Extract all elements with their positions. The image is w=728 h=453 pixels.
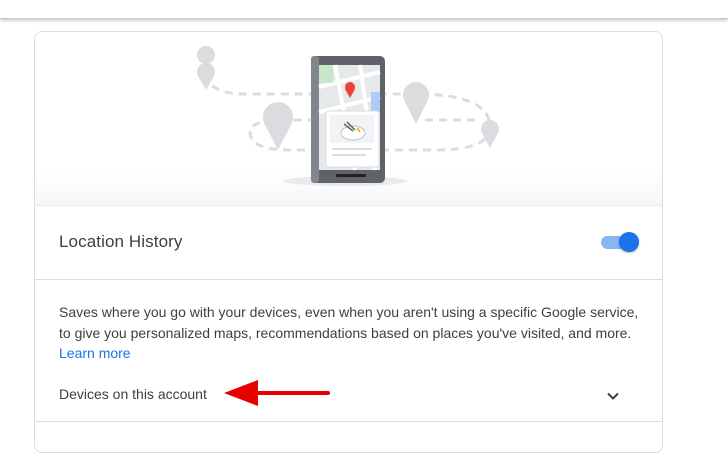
devices-on-account-label: Devices on this account — [59, 386, 207, 402]
location-history-description: Saves where you go with your devices, ev… — [59, 302, 644, 364]
red-arrow-icon — [224, 380, 330, 406]
hero-illustration — [35, 32, 662, 206]
location-history-toggle[interactable] — [601, 231, 639, 253]
phone-map-illustration-icon — [197, 46, 499, 186]
divider — [35, 421, 662, 422]
location-history-card: Location History Saves where you go with… — [34, 31, 663, 453]
toggle-thumb — [619, 232, 639, 252]
devices-on-account-row[interactable]: Devices on this account — [35, 377, 662, 421]
chevron-down-icon[interactable] — [605, 388, 621, 404]
description-text: Saves where you go with your devices, ev… — [59, 304, 639, 341]
learn-more-link[interactable]: Learn more — [59, 345, 131, 361]
location-history-row: Location History — [35, 206, 662, 280]
top-bar — [0, 0, 728, 19]
location-history-title: Location History — [59, 232, 183, 251]
